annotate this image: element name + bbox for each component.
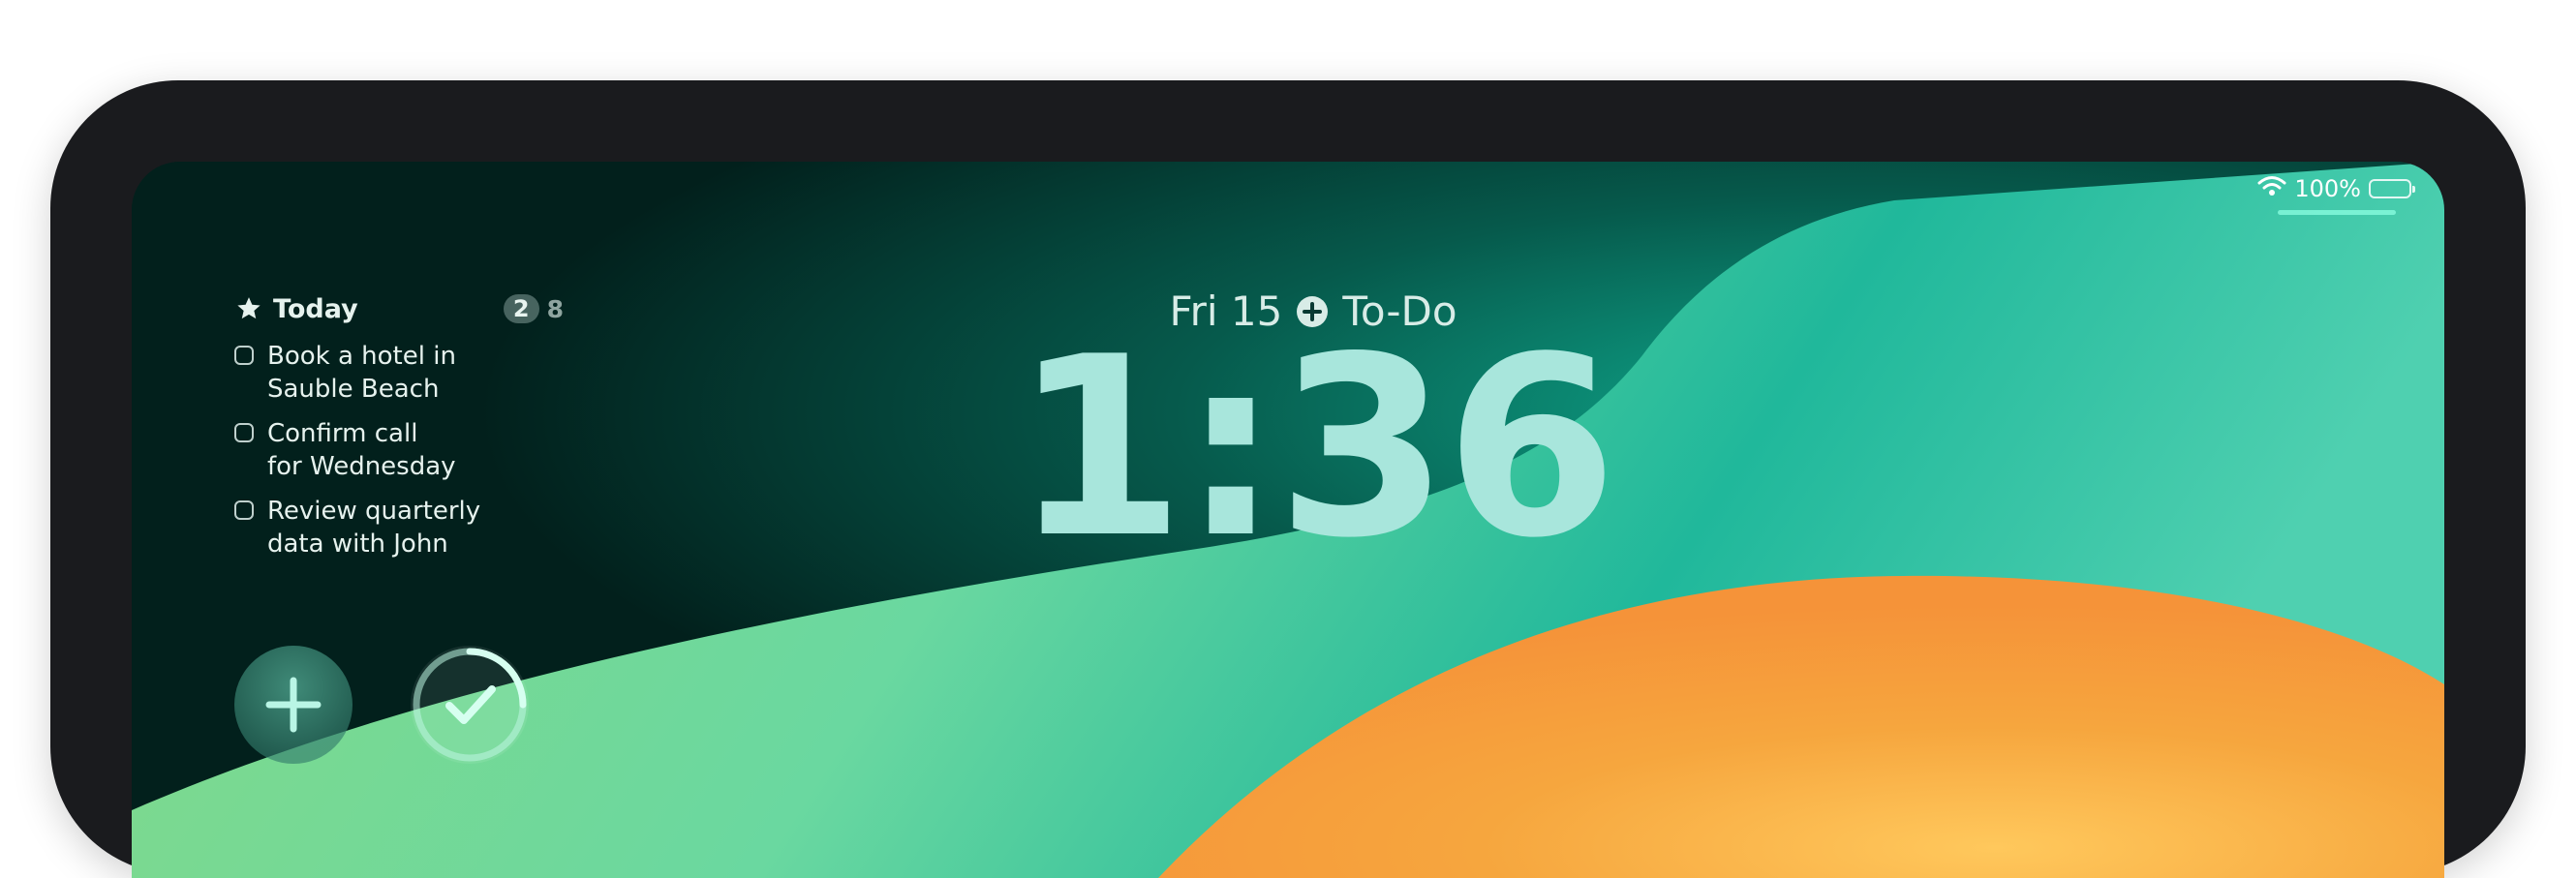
plus-icon bbox=[265, 677, 322, 733]
status-bar: 100% bbox=[2257, 169, 2415, 208]
lock-screen: 100% Today 2 8 Book a hotel in Sauble Be… bbox=[132, 162, 2444, 878]
task-label: Book a hotel in Sauble Beach bbox=[267, 342, 456, 404]
total-count: 8 bbox=[546, 294, 564, 323]
star-icon bbox=[237, 297, 261, 319]
battery-percent: 100% bbox=[2294, 175, 2361, 202]
wifi-icon bbox=[2257, 174, 2286, 203]
status-indicator-line bbox=[2278, 210, 2396, 215]
lock-clock: 1:36 bbox=[1012, 304, 1618, 592]
task-checkbox[interactable] bbox=[234, 423, 254, 442]
todo-widget[interactable]: Today 2 8 Book a hotel in Sauble Beach C… bbox=[234, 289, 564, 560]
task-checkbox[interactable] bbox=[234, 500, 254, 520]
checkmark-icon bbox=[413, 648, 527, 762]
task-item[interactable]: Book a hotel in Sauble Beach bbox=[234, 340, 564, 406]
due-count-badge: 2 bbox=[503, 294, 539, 323]
task-item[interactable]: Review quarterly data with John bbox=[234, 495, 564, 560]
widget-header: Today 2 8 bbox=[234, 289, 564, 328]
battery-icon bbox=[2369, 179, 2415, 198]
task-label: Confirm call for Wednesday bbox=[267, 419, 456, 481]
complete-task-button[interactable] bbox=[411, 646, 529, 764]
task-item[interactable]: Confirm call for Wednesday bbox=[234, 417, 564, 483]
task-label: Review quarterly data with John bbox=[267, 497, 481, 559]
task-checkbox[interactable] bbox=[234, 346, 254, 365]
add-task-button[interactable] bbox=[234, 646, 353, 764]
widget-title: Today bbox=[273, 293, 358, 324]
